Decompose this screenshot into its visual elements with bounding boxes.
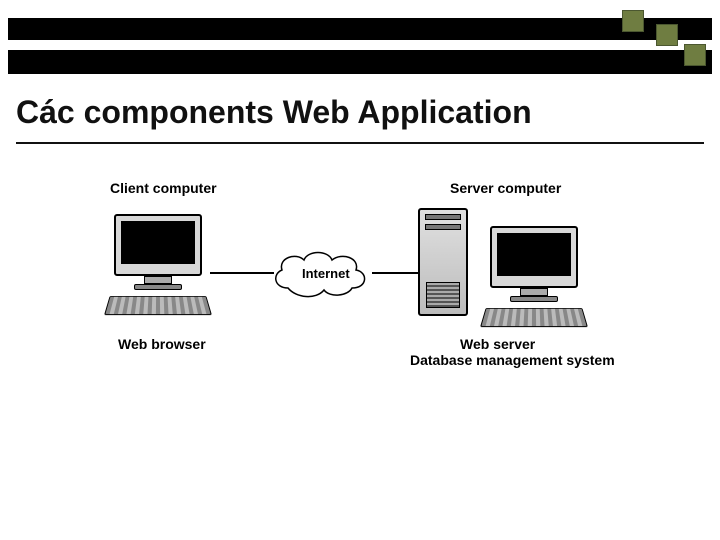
connection-line [372, 272, 420, 274]
client-computer-icon [102, 214, 214, 330]
architecture-diagram: Client computer Server computer Internet… [40, 180, 680, 400]
accent-square-icon [622, 10, 644, 32]
title-underline [16, 142, 704, 144]
accent-square-icon [684, 44, 706, 66]
connection-line [210, 272, 274, 274]
web-browser-label: Web browser [118, 336, 206, 352]
client-computer-label: Client computer [110, 180, 217, 196]
dbms-label: Database management system [410, 352, 615, 368]
server-computer-icon [418, 208, 618, 338]
header-divider [8, 40, 712, 50]
accent-square-icon [656, 24, 678, 46]
server-terminal-icon [478, 226, 590, 328]
server-computer-label: Server computer [450, 180, 561, 196]
web-server-label: Web server [460, 336, 535, 352]
server-tower-icon [418, 208, 468, 316]
internet-label: Internet [302, 266, 350, 281]
slide-title: Các components Web Application [16, 94, 704, 131]
